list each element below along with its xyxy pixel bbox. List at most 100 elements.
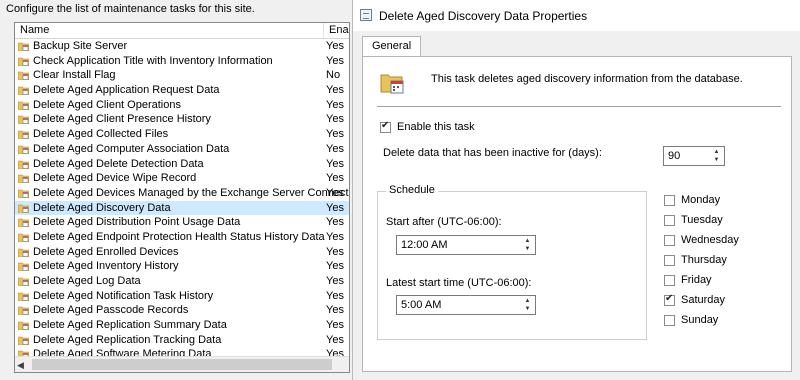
folder-calendar-icon bbox=[18, 336, 29, 345]
weekday-checkbox[interactable] bbox=[664, 215, 675, 226]
dialog-titlebar: Delete Aged Discovery Data Properties bbox=[353, 0, 800, 31]
folder-calendar-icon bbox=[18, 233, 29, 242]
spin-up-icon[interactable]: ▲ bbox=[522, 237, 533, 245]
table-row[interactable]: Delete Aged Computer Association Data Yes bbox=[15, 142, 349, 157]
folder-calendar-icon bbox=[18, 130, 29, 140]
table-row[interactable]: Delete Aged Client Presence History Yes bbox=[15, 112, 349, 127]
maintenance-tasks-panel: Configure the list of maintenance tasks … bbox=[0, 0, 352, 380]
start-after-value: 12:00 AM bbox=[401, 239, 448, 251]
horizontal-scrollbar[interactable]: ◀ bbox=[15, 356, 349, 372]
table-row[interactable]: Delete Aged Notification Task History Yes bbox=[15, 289, 349, 304]
table-row[interactable]: Delete Aged Replication Tracking Data Yes bbox=[15, 333, 349, 348]
table-row[interactable]: Delete Aged Replication Summary Data Yes bbox=[15, 318, 349, 333]
enable-task-label: Enable this task bbox=[397, 121, 475, 133]
scroll-left-arrow-icon[interactable]: ◀ bbox=[17, 360, 24, 371]
weekday-checkbox[interactable] bbox=[664, 235, 675, 246]
task-enabled: Yes bbox=[326, 186, 344, 199]
general-tab-content: This task deletes aged discovery informa… bbox=[362, 56, 792, 372]
folder-calendar-icon bbox=[18, 116, 29, 125]
inactive-days-spinner[interactable]: 90 ▲ ▼ bbox=[663, 146, 725, 166]
folder-calendar-icon bbox=[18, 42, 29, 51]
task-description: This task deletes aged discovery informa… bbox=[431, 73, 743, 85]
table-row[interactable]: Delete Aged Delete Detection Data Yes bbox=[15, 157, 349, 172]
weekday-checkbox[interactable] bbox=[664, 293, 675, 306]
table-row[interactable]: Delete Aged Inventory History Yes bbox=[15, 259, 349, 274]
column-header-enabled[interactable]: Enab bbox=[324, 23, 349, 38]
panel-caption: Configure the list of maintenance tasks … bbox=[6, 3, 255, 15]
spin-up-icon[interactable]: ▲ bbox=[711, 148, 722, 156]
task-enabled: Yes bbox=[326, 84, 344, 97]
table-row[interactable]: Clear Install Flag No bbox=[15, 68, 349, 83]
table-row[interactable]: Check Application Title with Inventory I… bbox=[15, 54, 349, 69]
task-name: Delete Aged Replication Summary Data bbox=[33, 319, 227, 332]
task-name: Delete Aged Delete Detection Data bbox=[33, 157, 204, 170]
spin-down-icon[interactable]: ▼ bbox=[522, 245, 533, 253]
folder-calendar-icon bbox=[18, 263, 29, 272]
task-enabled: No bbox=[326, 69, 341, 82]
task-enabled: Yes bbox=[326, 289, 344, 302]
properties-dialog: Delete Aged Discovery Data Properties Ge… bbox=[352, 0, 800, 380]
start-after-time-picker[interactable]: 12:00 AM ▲ ▼ bbox=[396, 235, 536, 255]
task-enabled: Yes bbox=[326, 245, 344, 258]
weekday-checkbox[interactable] bbox=[664, 195, 675, 206]
table-row[interactable]: Delete Aged Device Wipe Record Yes bbox=[15, 171, 349, 186]
tab-strip: General bbox=[353, 31, 800, 57]
spin-down-icon[interactable]: ▼ bbox=[711, 156, 722, 164]
latest-start-value: 5:00 AM bbox=[401, 299, 442, 311]
scrollbar-thumb[interactable] bbox=[32, 359, 332, 370]
folder-calendar-icon bbox=[18, 248, 29, 257]
table-row[interactable]: Delete Aged Client Operations Yes bbox=[15, 98, 349, 113]
list-header: Name Enab bbox=[15, 23, 349, 39]
table-row[interactable]: Backup Site Server Yes bbox=[15, 39, 349, 54]
table-row[interactable]: Delete Aged Application Request Data Yes bbox=[15, 83, 349, 98]
weekday-label: Saturday bbox=[681, 294, 726, 306]
inactive-days-label: Delete data that has been inactive for (… bbox=[383, 147, 602, 159]
task-name: Delete Aged Client Presence History bbox=[33, 113, 211, 126]
weekday-label: Monday bbox=[681, 194, 721, 206]
task-name: Clear Install Flag bbox=[33, 69, 116, 82]
table-row[interactable]: Delete Aged Distribution Point Usage Dat… bbox=[15, 215, 349, 230]
table-row[interactable]: Delete Aged Endpoint Protection Health S… bbox=[15, 230, 349, 245]
inactive-days-value: 90 bbox=[668, 150, 681, 162]
task-name: Delete Aged Distribution Point Usage Dat… bbox=[33, 216, 241, 229]
task-enabled: Yes bbox=[326, 230, 344, 243]
table-row[interactable]: Delete Aged Passcode Records Yes bbox=[15, 303, 349, 318]
enable-task-checkbox[interactable] bbox=[380, 120, 391, 133]
spin-up-icon[interactable]: ▲ bbox=[522, 297, 533, 305]
task-name: Delete Aged Device Wipe Record bbox=[33, 172, 197, 185]
table-row[interactable]: Delete Aged Devices Managed by the Excha… bbox=[15, 186, 349, 201]
column-header-name[interactable]: Name bbox=[15, 23, 324, 38]
weekday-label: Sunday bbox=[681, 314, 719, 326]
task-name: Delete Aged Notification Task History bbox=[33, 289, 214, 302]
schedule-group-title: Schedule bbox=[386, 184, 438, 196]
table-row[interactable]: Delete Aged Enrolled Devices Yes bbox=[15, 245, 349, 260]
table-row[interactable]: Delete Aged Log Data Yes bbox=[15, 274, 349, 289]
folder-calendar-icon bbox=[18, 321, 29, 331]
table-row[interactable]: Delete Aged Collected Files Yes bbox=[15, 127, 349, 142]
task-name: Delete Aged Devices Managed by the Excha… bbox=[33, 186, 350, 199]
weekday-label: Thursday bbox=[681, 254, 727, 266]
task-rows: Backup Site Server Yes Check Application T… bbox=[15, 39, 349, 362]
table-row[interactable]: Delete Aged Discovery Data Yes bbox=[15, 200, 349, 216]
tab-general[interactable]: General bbox=[362, 36, 422, 57]
folder-calendar-icon bbox=[18, 160, 29, 169]
folder-calendar-icon bbox=[18, 307, 29, 316]
task-name: Delete Aged Application Request Data bbox=[33, 84, 220, 97]
spin-down-icon[interactable]: ▼ bbox=[522, 305, 533, 313]
latest-start-time-picker[interactable]: 5:00 AM ▲ ▼ bbox=[396, 295, 536, 315]
schedule-group: Schedule Start after (UTC-06:00): 12:00 … bbox=[377, 184, 647, 340]
properties-window-icon bbox=[360, 9, 372, 21]
folder-calendar-icon bbox=[18, 204, 29, 213]
weekday-checkbox[interactable] bbox=[664, 255, 675, 266]
task-enabled: Yes bbox=[326, 157, 344, 170]
folder-calendar-icon bbox=[18, 277, 29, 286]
weekday-checkbox[interactable] bbox=[664, 275, 675, 286]
task-enabled: Yes bbox=[326, 172, 344, 185]
folder-calendar-icon bbox=[18, 101, 29, 110]
task-enabled: Yes bbox=[326, 142, 344, 155]
weekday-checkbox[interactable] bbox=[664, 315, 675, 326]
task-name: Delete Aged Inventory History bbox=[33, 260, 179, 273]
task-name: Delete Aged Passcode Records bbox=[33, 304, 189, 317]
maintenance-task-list[interactable]: Name Enab Backup Site Server Yes Check App… bbox=[14, 22, 350, 373]
task-enabled: Yes bbox=[326, 54, 344, 67]
